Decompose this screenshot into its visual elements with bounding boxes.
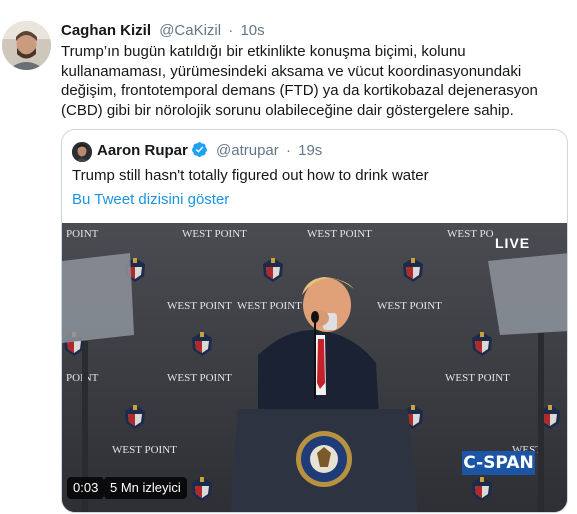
svg-text:WEST POINT: WEST POINT — [167, 372, 232, 384]
svg-text:WEST PO: WEST PO — [447, 228, 494, 240]
quoted-tweet-header: Aaron Rupar @atrupar · 19s — [97, 141, 322, 161]
quoted-author-avatar — [72, 142, 92, 162]
svg-text:WEST POINT: WEST POINT — [377, 300, 442, 312]
svg-text:POINT: POINT — [66, 228, 99, 240]
tweet-text: Trump’ın bugün katıldığı bir etkinlikte … — [61, 43, 538, 119]
video-elapsed-time: 0:03 — [67, 477, 105, 499]
svg-text:WEST POINT: WEST POINT — [445, 372, 510, 384]
quoted-tweet-timestamp: 19s — [298, 142, 323, 159]
tweet-timestamp[interactable]: 10s — [240, 22, 264, 39]
quoted-author-name: Aaron Rupar — [97, 142, 188, 159]
svg-text:WEST POINT: WEST POINT — [307, 228, 372, 240]
svg-text:WEST POINT: WEST POINT — [167, 300, 232, 312]
author-name[interactable]: Caghan Kizil — [61, 22, 151, 39]
separator-dot: · — [228, 22, 234, 39]
quoted-tweet-text: Trump still hasn't totally figured out h… — [72, 167, 429, 184]
cspan-logo: C-SPAN — [462, 451, 535, 475]
show-thread-link[interactable]: Bu Tweet dizisini göster — [72, 190, 229, 210]
video-view-count: 5 Mn izleyici — [104, 477, 187, 499]
author-handle[interactable]: @CaKizil — [159, 22, 221, 39]
svg-text:WEST POINT: WEST POINT — [237, 300, 302, 312]
quoted-separator-dot: · — [285, 142, 291, 159]
tweet[interactable]: Caghan Kizil @CaKizil · 10s Trump’ın bug… — [0, 0, 577, 514]
quoted-tweet[interactable]: Aaron Rupar @atrupar · 19s Trump still h… — [61, 129, 568, 513]
quoted-author-handle: @atrupar — [216, 142, 279, 159]
author-avatar[interactable] — [2, 21, 51, 70]
svg-text:WEST POINT: WEST POINT — [112, 444, 177, 456]
tweet-header: Caghan Kizil @CaKizil · 10s — [61, 21, 265, 41]
live-badge: LIVE — [495, 235, 531, 251]
svg-text:WEST POINT: WEST POINT — [182, 228, 247, 240]
verified-badge-icon — [191, 142, 207, 157]
video-player[interactable]: POINT WEST POINT WEST POINT WEST PO WEST… — [62, 223, 567, 512]
